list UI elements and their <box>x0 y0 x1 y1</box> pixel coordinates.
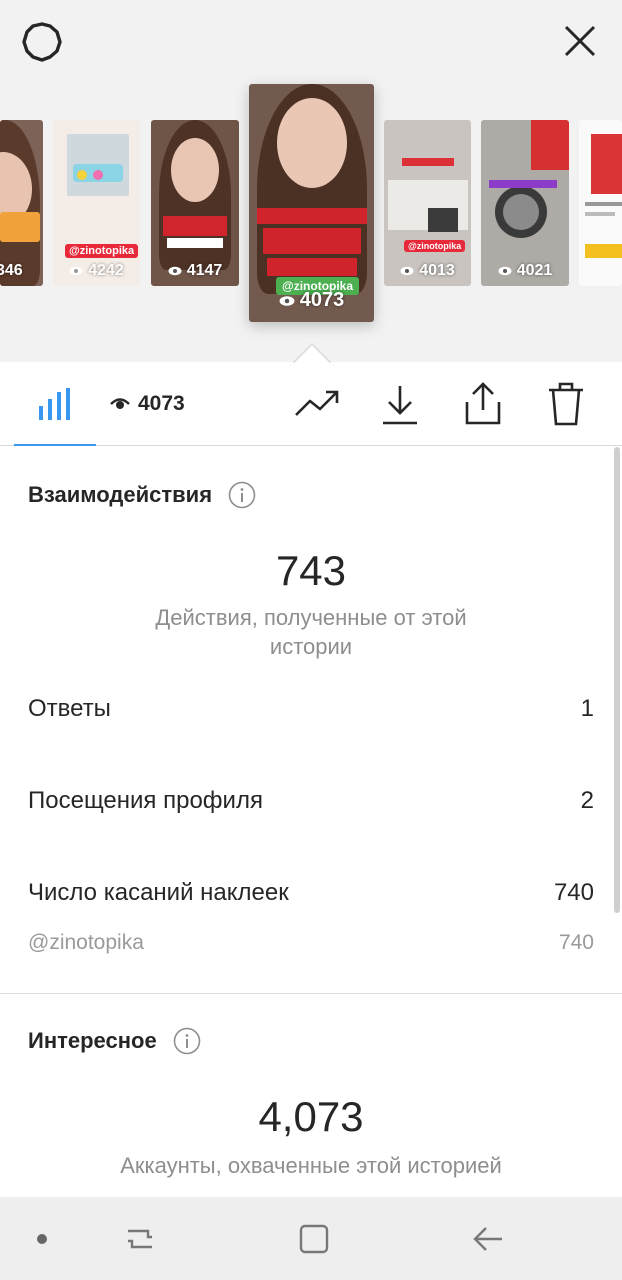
recents-icon <box>128 1229 152 1249</box>
metric-label: Ответы <box>28 695 111 722</box>
interactions-total: 743 <box>275 547 347 594</box>
interactions-section-title: Взаимодействия <box>28 481 256 509</box>
trending-up-icon <box>295 390 339 416</box>
settings-button[interactable] <box>16 16 68 68</box>
bar-chart-icon <box>39 387 70 420</box>
view-count: 4147 <box>151 262 239 280</box>
story-strip: 346 @zinotopika 4242 4147 @zinotopika 40… <box>0 0 622 364</box>
metric-value: 740 <box>558 931 594 954</box>
metric-value: 2 <box>580 787 594 814</box>
eye-icon <box>400 266 414 276</box>
recent-apps-button[interactable] <box>118 1221 162 1257</box>
section-divider <box>0 993 622 994</box>
metric-label: Посещения профиля <box>28 787 263 814</box>
story-thumbnail[interactable]: 4021 <box>481 120 569 286</box>
close-button[interactable] <box>558 18 602 64</box>
share-button[interactable] <box>462 381 504 427</box>
story-thumbnail[interactable]: @zinotopika 4242 <box>53 120 140 286</box>
close-icon <box>564 25 596 57</box>
metric-row-profile-visits: Посещения профиля 2 <box>28 787 594 815</box>
info-icon[interactable] <box>173 1027 201 1055</box>
story-toolbar: 4073 <box>0 363 622 446</box>
metric-label: Число касаний наклеек <box>28 879 289 906</box>
discovery-subtitle: Аккаунты, охваченные этой историей <box>120 1153 502 1178</box>
trash-icon <box>549 382 583 426</box>
download-icon <box>383 386 417 425</box>
story-thumbnail[interactable]: 346 <box>0 120 43 286</box>
metric-value: 1 <box>580 695 594 722</box>
home-icon <box>299 1224 329 1254</box>
nav-dot-button[interactable] <box>30 1229 54 1249</box>
eye-icon <box>168 266 182 276</box>
system-nav-bar <box>0 1197 622 1280</box>
info-icon[interactable] <box>228 481 256 509</box>
view-count: 4242 <box>53 262 140 280</box>
dot-icon <box>37 1234 47 1244</box>
metric-subrow-mention: @zinotopika 740 <box>28 931 594 955</box>
metric-value: 740 <box>553 879 594 906</box>
eye-icon <box>69 266 83 276</box>
story-thumbnail[interactable] <box>579 120 622 286</box>
insights-panel: Взаимодействия 743 Действия, полученные … <box>0 447 622 1197</box>
sticker-tag: @zinotopika <box>65 244 139 258</box>
metric-label: @zinotopika <box>28 931 144 954</box>
back-button[interactable] <box>466 1221 510 1257</box>
discovery-total: 4,073 <box>258 1093 364 1140</box>
eye-icon <box>498 266 512 276</box>
back-arrow-icon <box>473 1227 502 1251</box>
interactions-title: Взаимодействия <box>28 482 213 507</box>
scrollbar[interactable] <box>614 447 620 913</box>
share-icon <box>465 382 501 425</box>
sticker-tag: @zinotopika <box>404 240 466 252</box>
story-thumbnail-selected[interactable]: @zinotopika 4073 <box>249 84 374 322</box>
views-count: 4073 <box>138 392 185 415</box>
promote-button[interactable] <box>294 383 340 423</box>
metric-row-replies: Ответы 1 <box>28 695 594 723</box>
home-button[interactable] <box>292 1219 336 1259</box>
discovery-section-title: Интересное <box>28 1027 201 1055</box>
interactions-subtitle: Действия, полученные от этой истории <box>155 605 467 659</box>
eye-icon <box>110 398 130 409</box>
discovery-title: Интересное <box>28 1028 157 1053</box>
gear-icon <box>22 22 62 62</box>
story-thumbnail[interactable]: 4147 <box>151 120 239 286</box>
story-thumbnail[interactable]: @zinotopika 4013 <box>384 120 471 286</box>
download-button[interactable] <box>380 383 420 427</box>
metric-row-sticker-taps: Число касаний наклеек 740 <box>28 879 594 907</box>
views-counter[interactable]: 4073 <box>110 385 185 423</box>
view-count: 4013 <box>384 262 471 280</box>
tab-insights[interactable] <box>14 363 96 446</box>
view-count: 4021 <box>481 262 569 280</box>
delete-button[interactable] <box>546 381 586 427</box>
caret-outline <box>293 342 331 364</box>
eye-icon <box>279 295 295 306</box>
view-count: 346 <box>0 262 23 279</box>
view-count: 4073 <box>249 289 374 312</box>
